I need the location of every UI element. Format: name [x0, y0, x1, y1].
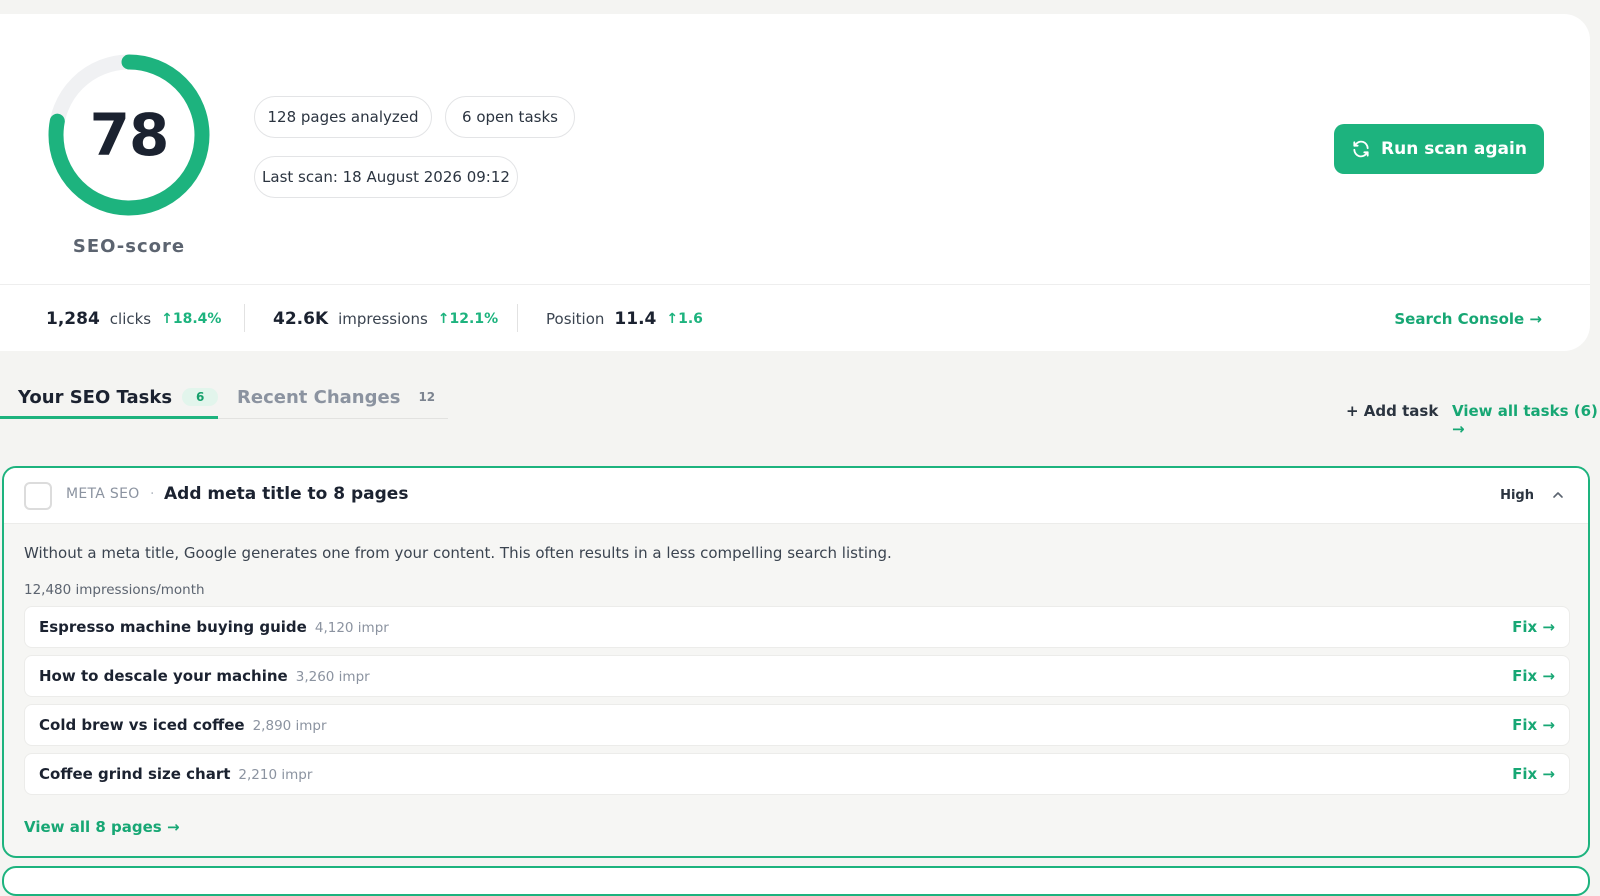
search-console-link[interactable]: Search Console →	[1394, 310, 1542, 328]
task-header[interactable]: META SEO · Add meta title to 8 pages Hig…	[4, 468, 1588, 524]
tab-seo-tasks-label: Your SEO Tasks	[18, 386, 173, 408]
active-tab-indicator	[0, 416, 218, 419]
tab-recent-changes-label: Recent Changes	[237, 386, 401, 408]
score-label: SEO-score	[72, 236, 186, 257]
fix-link[interactable]: Fix →	[1512, 765, 1555, 783]
position-change: ↑1.6	[666, 311, 703, 327]
run-scan-label: Run scan again	[1381, 139, 1527, 159]
impressions-label: impressions	[338, 310, 428, 328]
clicks-value: 1,284	[46, 309, 100, 329]
page-title: How to descale your machine 3,260 impr	[39, 667, 370, 685]
open-tasks-pill: 6 open tasks	[445, 96, 575, 138]
tab-recent-changes[interactable]: Recent Changes 12	[237, 376, 443, 418]
task-checkbox[interactable]	[24, 482, 52, 510]
metric-separator	[517, 304, 518, 332]
view-all-pages-link[interactable]: View all 8 pages →	[24, 818, 180, 836]
position-value: 11.4	[614, 309, 657, 329]
page-impressions: 4,120 impr	[314, 620, 389, 636]
task-impressions: 12,480 impressions/month	[24, 582, 205, 598]
score-value: 78	[89, 101, 170, 169]
page-impressions: 3,260 impr	[295, 669, 370, 685]
task-separator: ·	[150, 486, 155, 502]
fix-link[interactable]: Fix →	[1512, 667, 1555, 685]
priority-badge: High	[1500, 488, 1534, 503]
position-metric: Position 11.4 ↑1.6	[546, 304, 703, 334]
page-row: How to descale your machine 3,260 impr Fi…	[24, 655, 1570, 697]
task-title: Add meta title to 8 pages	[164, 484, 409, 504]
card-divider	[0, 284, 1590, 285]
score-card: 78 SEO-score 128 pages analyzed 6 open t…	[0, 14, 1590, 351]
chevron-up-icon[interactable]	[1550, 487, 1566, 503]
add-task-button[interactable]: + Add task	[1346, 402, 1438, 420]
impressions-metric: 42.6K impressions ↑12.1%	[273, 304, 498, 334]
page-title: Coffee grind size chart 2,210 impr	[39, 765, 313, 783]
fix-link[interactable]: Fix →	[1512, 618, 1555, 636]
clicks-label: clicks	[109, 310, 152, 328]
impressions-value: 42.6K	[273, 309, 329, 329]
run-scan-button[interactable]: Run scan again	[1334, 124, 1544, 174]
page-row: Coffee grind size chart 2,210 impr Fix →	[24, 753, 1570, 795]
pages-analyzed-pill: 128 pages analyzed	[254, 96, 432, 138]
clicks-change: ↑18.4%	[161, 311, 222, 327]
refresh-icon	[1353, 140, 1369, 158]
next-task-card	[2, 866, 1590, 896]
tab-recent-changes-count: 12	[418, 390, 436, 404]
task-category: META SEO	[66, 486, 140, 502]
metric-separator	[244, 304, 245, 332]
seo-score-gauge: 78	[44, 50, 214, 220]
page-title: Espresso machine buying guide 4,120 impr	[39, 618, 389, 636]
page-row: Cold brew vs iced coffee 2,890 impr Fix →	[24, 704, 1570, 746]
page-impressions: 2,890 impr	[252, 718, 327, 734]
clicks-metric: 1,284 clicks ↑18.4%	[46, 304, 221, 334]
task-description: Without a meta title, Google generates o…	[24, 544, 892, 562]
position-label: Position	[546, 310, 605, 328]
page-row: Espresso machine buying guide 4,120 impr …	[24, 606, 1570, 648]
page-impressions: 2,210 impr	[238, 767, 313, 783]
view-all-tasks-link[interactable]: View all tasks (6) →	[1452, 402, 1600, 438]
task-card: META SEO · Add meta title to 8 pages Hig…	[2, 466, 1590, 858]
last-scan-pill: Last scan: 18 August 2026 09:12	[254, 156, 518, 198]
fix-link[interactable]: Fix →	[1512, 716, 1555, 734]
tab-seo-tasks[interactable]: Your SEO Tasks 6	[18, 376, 219, 418]
tab-seo-tasks-count: 6	[182, 388, 219, 406]
impressions-change: ↑12.1%	[437, 311, 499, 327]
page-title: Cold brew vs iced coffee 2,890 impr	[39, 716, 327, 734]
